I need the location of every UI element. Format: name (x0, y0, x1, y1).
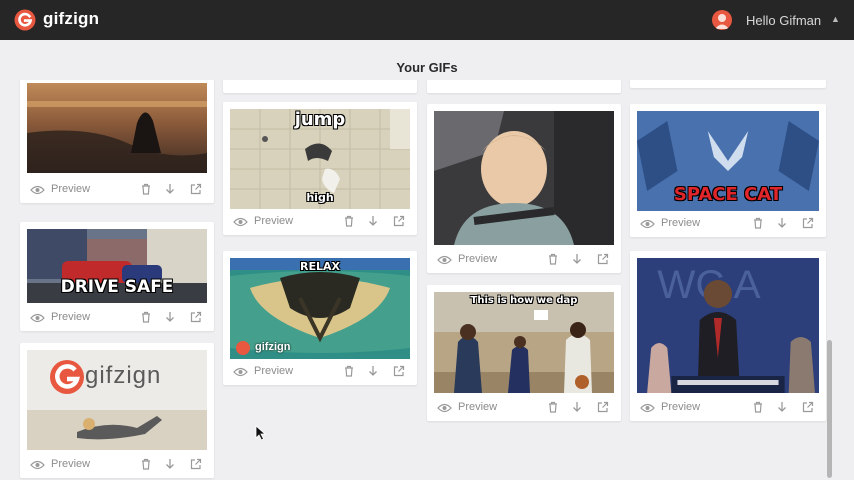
gif-thumbnail[interactable]: DRIVE SAFE (27, 229, 207, 303)
preview-link[interactable]: Preview (51, 458, 90, 470)
gif-card-sleepy-baby: Preview (427, 104, 621, 273)
gifzign-logo-icon[interactable] (14, 9, 36, 31)
preview-link[interactable]: Preview (458, 401, 497, 413)
download-icon[interactable] (164, 183, 176, 195)
external-link-icon[interactable] (597, 253, 609, 265)
preview-link[interactable]: Preview (51, 183, 90, 195)
eye-icon[interactable] (640, 403, 655, 413)
gif-caption: DRIVE SAFE (60, 277, 174, 297)
gif-caption-bottom: high (306, 191, 334, 204)
page-title: Your GIFs (396, 60, 458, 75)
gif-card-obama: WC A Preview (630, 251, 826, 421)
trash-icon[interactable] (752, 217, 764, 229)
download-icon[interactable] (164, 458, 176, 470)
gif-card-partial (427, 80, 621, 93)
card-action-bar: Preview (30, 456, 204, 474)
external-link-icon[interactable] (393, 215, 405, 227)
eye-icon[interactable] (30, 460, 45, 470)
gif-card-dap: This is how we dap Preview (427, 285, 621, 421)
gif-thumbnail[interactable]: WC A (637, 258, 819, 393)
download-icon[interactable] (164, 311, 176, 323)
gif-card-drive-safe: DRIVE SAFE Preview (20, 222, 214, 331)
eye-icon[interactable] (437, 255, 452, 265)
preview-link[interactable]: Preview (51, 311, 90, 323)
gif-card-jump-high: jump high Preview (223, 102, 417, 235)
gifzign-watermark-text: gifzign (85, 362, 162, 389)
trash-icon[interactable] (140, 311, 152, 323)
download-icon[interactable] (367, 215, 379, 227)
external-link-icon[interactable] (190, 183, 202, 195)
gif-thumbnail[interactable]: RELAX gifzign (230, 258, 410, 359)
eye-icon[interactable] (233, 217, 248, 227)
gif-caption: SPACE CAT (673, 184, 783, 205)
download-icon[interactable] (776, 217, 788, 229)
external-link-icon[interactable] (190, 311, 202, 323)
user-greeting[interactable]: Hello Gifman (746, 13, 821, 28)
external-link-icon[interactable] (802, 217, 814, 229)
download-icon[interactable] (367, 365, 379, 377)
trash-icon[interactable] (547, 253, 559, 265)
gif-card-partial (630, 80, 826, 88)
card-action-bar: Preview (640, 399, 816, 417)
card-action-bar: Preview (233, 213, 407, 231)
gif-caption: This is how we dap (470, 295, 578, 306)
external-link-icon[interactable] (597, 401, 609, 413)
card-action-bar: Preview (640, 215, 816, 233)
card-action-bar: Preview (437, 251, 611, 269)
trash-icon[interactable] (547, 401, 559, 413)
external-link-icon[interactable] (393, 365, 405, 377)
user-avatar[interactable] (712, 10, 732, 30)
gif-card-relax: RELAX gifzign Preview (223, 251, 417, 385)
preview-link[interactable]: Preview (458, 253, 497, 265)
gif-thumbnail[interactable]: jump high (230, 109, 410, 209)
scrollbar-thumb[interactable] (827, 340, 832, 478)
trash-icon[interactable] (343, 365, 355, 377)
external-link-icon[interactable] (802, 401, 814, 413)
external-link-icon[interactable] (190, 458, 202, 470)
download-icon[interactable] (776, 401, 788, 413)
top-bar: gifzign Hello Gifman ▲ (0, 0, 854, 40)
card-action-bar: Preview (30, 181, 204, 199)
user-menu-caret-icon[interactable]: ▲ (831, 14, 840, 24)
card-action-bar: Preview (30, 309, 204, 327)
brand-name[interactable]: gifzign (43, 9, 99, 29)
gif-caption: RELAX (300, 260, 340, 273)
preview-link[interactable]: Preview (661, 217, 700, 229)
preview-link[interactable]: Preview (254, 365, 293, 377)
eye-icon[interactable] (640, 219, 655, 229)
gif-card-sunset-beach: Preview (20, 80, 214, 203)
gifzign-watermark: gifzign (255, 341, 291, 353)
gif-thumbnail[interactable]: This is how we dap (434, 292, 614, 393)
card-action-bar: Preview (437, 399, 611, 417)
gif-card-gifzign-beach: gifzign Preview (20, 343, 214, 478)
trash-icon[interactable] (343, 215, 355, 227)
card-action-bar: Preview (233, 363, 407, 381)
download-icon[interactable] (571, 253, 583, 265)
gif-grid: Preview DRIVE SAFE Preview gifzign Previ… (0, 80, 840, 480)
gif-thumbnail[interactable] (27, 83, 207, 173)
eye-icon[interactable] (30, 185, 45, 195)
trash-icon[interactable] (140, 458, 152, 470)
trash-icon[interactable] (752, 401, 764, 413)
gif-thumbnail[interactable]: gifzign (27, 350, 207, 450)
eye-icon[interactable] (30, 313, 45, 323)
mouse-cursor-icon (255, 425, 267, 441)
gif-card-partial (223, 80, 417, 93)
trash-icon[interactable] (140, 183, 152, 195)
gif-caption-top: jump (294, 109, 346, 130)
gif-card-space-cat: SPACE CAT Preview (630, 104, 826, 237)
gif-thumbnail[interactable]: SPACE CAT (637, 111, 819, 211)
download-icon[interactable] (571, 401, 583, 413)
preview-link[interactable]: Preview (254, 215, 293, 227)
eye-icon[interactable] (233, 367, 248, 377)
preview-link[interactable]: Preview (661, 401, 700, 413)
eye-icon[interactable] (437, 403, 452, 413)
gif-thumbnail[interactable] (434, 111, 614, 245)
